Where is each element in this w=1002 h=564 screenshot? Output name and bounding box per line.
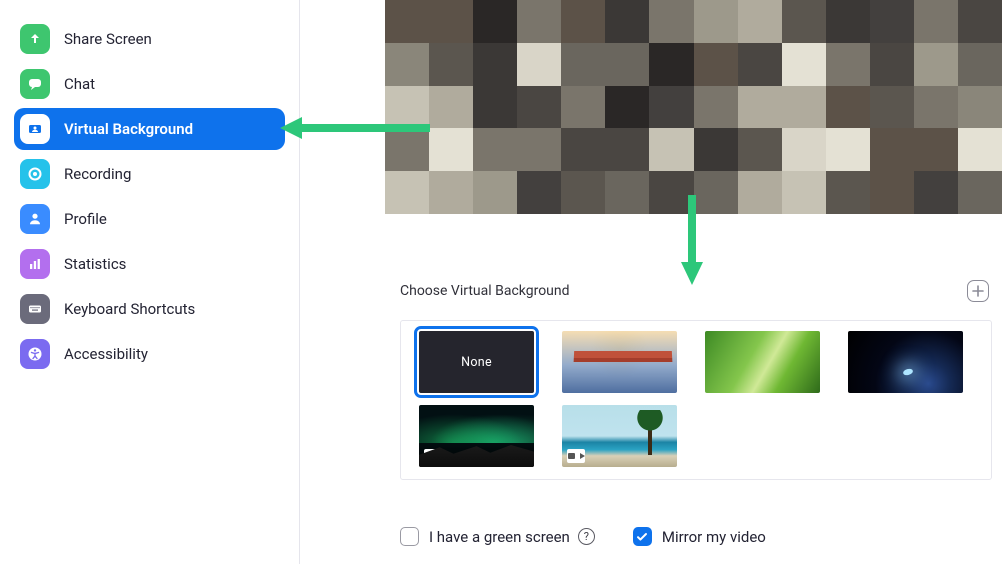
checkbox-label: Mirror my video xyxy=(662,528,766,546)
checkbox-label: I have a green screen xyxy=(429,528,570,546)
add-background-button[interactable] xyxy=(967,280,989,302)
mirror-video-checkbox[interactable]: Mirror my video xyxy=(633,527,766,546)
checkbox-box xyxy=(633,527,652,546)
background-option-grass[interactable] xyxy=(705,331,820,393)
sidebar-item-label: Keyboard Shortcuts xyxy=(64,300,195,318)
settings-sidebar: Share Screen Chat Virtual Background Rec… xyxy=(0,0,300,564)
choose-background-heading: Choose Virtual Background xyxy=(400,283,570,299)
profile-icon xyxy=(20,204,50,234)
statistics-icon xyxy=(20,249,50,279)
video-badge-icon xyxy=(567,449,585,463)
accessibility-icon xyxy=(20,339,50,369)
share-screen-icon xyxy=(20,24,50,54)
background-option-bridge[interactable] xyxy=(562,331,677,393)
sidebar-item-keyboard-shortcuts[interactable]: Keyboard Shortcuts xyxy=(14,288,285,330)
checkbox-box xyxy=(400,527,419,546)
sidebar-item-label: Virtual Background xyxy=(64,120,193,138)
background-option-earth[interactable] xyxy=(848,331,963,393)
virtual-background-icon xyxy=(20,114,50,144)
sidebar-item-share-screen[interactable]: Share Screen xyxy=(14,18,285,60)
background-options-row: I have a green screen ? Mirror my video xyxy=(400,527,766,546)
background-option-aurora[interactable] xyxy=(419,405,534,467)
keyboard-icon xyxy=(20,294,50,324)
sidebar-item-virtual-background[interactable]: Virtual Background xyxy=(14,108,285,150)
chat-icon xyxy=(20,69,50,99)
sidebar-item-chat[interactable]: Chat xyxy=(14,63,285,105)
sidebar-item-accessibility[interactable]: Accessibility xyxy=(14,333,285,375)
sidebar-item-label: Statistics xyxy=(64,255,126,273)
sidebar-item-label: Share Screen xyxy=(64,30,152,48)
video-badge-icon xyxy=(424,449,442,463)
sidebar-item-label: Accessibility xyxy=(64,345,148,363)
video-preview xyxy=(385,0,1002,214)
green-screen-checkbox[interactable]: I have a green screen ? xyxy=(400,527,595,546)
sidebar-item-label: Profile xyxy=(64,210,107,228)
background-none-label: None xyxy=(461,355,492,370)
sidebar-item-label: Chat xyxy=(64,75,95,93)
help-icon[interactable]: ? xyxy=(578,528,595,545)
background-option-none[interactable]: None xyxy=(419,331,534,393)
sidebar-item-profile[interactable]: Profile xyxy=(14,198,285,240)
background-option-beach[interactable] xyxy=(562,405,677,467)
sidebar-item-label: Recording xyxy=(64,165,131,183)
recording-icon xyxy=(20,159,50,189)
sidebar-item-recording[interactable]: Recording xyxy=(14,153,285,195)
background-thumbnails-panel: None xyxy=(400,320,992,480)
sidebar-item-statistics[interactable]: Statistics xyxy=(14,243,285,285)
